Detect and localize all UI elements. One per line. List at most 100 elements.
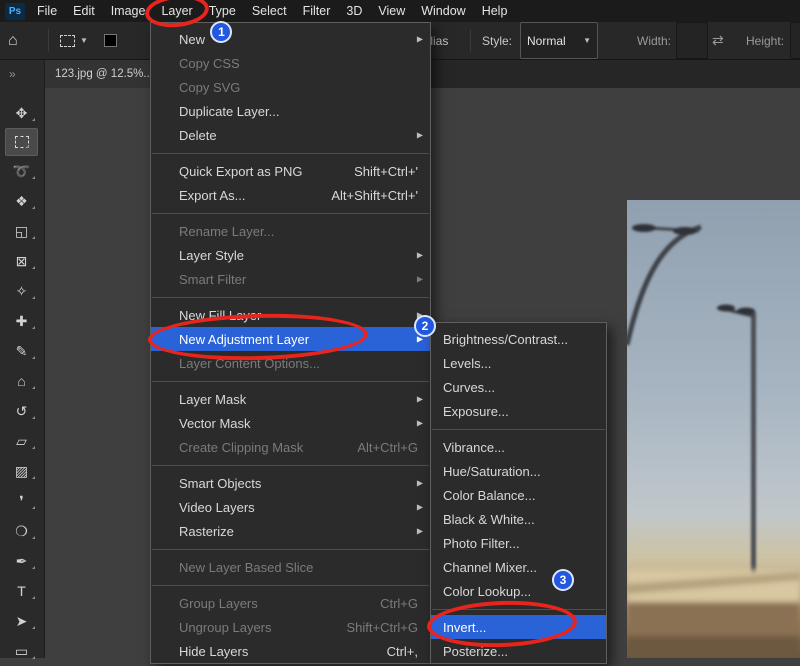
rectangle-tool[interactable]: ▭ — [0, 636, 43, 666]
submenu-item-brightness-contrast[interactable]: Brightness/Contrast... — [431, 327, 606, 351]
menu-item-ungroup-layers[interactable]: Ungroup LayersShift+Ctrl+G — [151, 615, 430, 639]
gradient-tool[interactable]: ▨ — [0, 456, 43, 486]
submenu-arrow-icon: ▶ — [417, 503, 423, 512]
submenu-arrow-icon: ▶ — [417, 335, 423, 344]
rectangular-marquee-tool[interactable] — [5, 128, 38, 156]
menu-item-copy-svg[interactable]: Copy SVG — [151, 75, 430, 99]
menu-item-label: Brightness/Contrast... — [443, 332, 568, 347]
menu-item-vector-mask[interactable]: Vector Mask▶ — [151, 411, 430, 435]
history-brush-icon: ↺ — [16, 403, 28, 420]
menu-item-layer-mask[interactable]: Layer Mask▶ — [151, 387, 430, 411]
menubar-item-type[interactable]: Type — [201, 0, 244, 22]
menu-separator — [151, 543, 430, 555]
clone-stamp-tool[interactable]: ⌂ — [0, 366, 43, 396]
blur-tool[interactable]: ❜ — [0, 486, 43, 516]
tool-preset-picker[interactable]: ▼ — [60, 22, 88, 59]
menu-item-smart-objects[interactable]: Smart Objects▶ — [151, 471, 430, 495]
eraser-tool[interactable]: ▱ — [0, 426, 43, 456]
menu-item-label: Black & White... — [443, 512, 535, 527]
photo-illustration — [627, 200, 800, 658]
menu-shortcut: Alt+Ctrl+G — [357, 440, 418, 455]
menu-item-label: Video Layers — [179, 500, 255, 515]
home-icon[interactable]: ⌂ — [8, 22, 18, 59]
submenu-item-posterize[interactable]: Posterize... — [431, 639, 606, 663]
menu-item-new-adjustment-layer[interactable]: New Adjustment Layer▶ — [151, 327, 430, 351]
submenu-item-color-lookup[interactable]: Color Lookup... — [431, 579, 606, 603]
pen-tool[interactable]: ✒ — [0, 546, 43, 576]
menu-item-group-layers[interactable]: Group LayersCtrl+G — [151, 591, 430, 615]
menubar-item-file[interactable]: File — [29, 0, 65, 22]
style-dropdown[interactable]: Normal ▼ — [520, 22, 598, 59]
menu-item-label: Copy SVG — [179, 80, 240, 95]
dodge-tool[interactable]: ❍ — [0, 516, 43, 546]
menubar-item-layer[interactable]: Layer 1 — [153, 0, 200, 22]
toolbar-collapse-button[interactable]: » — [0, 60, 44, 88]
object-selection-tool[interactable]: ❖ — [0, 186, 43, 216]
menu-item-copy-css[interactable]: Copy CSS — [151, 51, 430, 75]
width-label: Width: — [637, 22, 671, 59]
menu-item-quick-export-png[interactable]: Quick Export as PNGShift+Ctrl+' — [151, 159, 430, 183]
layer-menu-dropdown: New▶ Copy CSS Copy SVG Duplicate Layer..… — [150, 22, 431, 664]
menu-item-video-layers[interactable]: Video Layers ▶ — [151, 495, 430, 519]
submenu-item-color-balance[interactable]: Color Balance... — [431, 483, 606, 507]
gradient-icon: ▨ — [15, 463, 28, 480]
photoshop-logo[interactable]: Ps — [5, 3, 25, 20]
menu-item-label: Ungroup Layers — [179, 620, 272, 635]
submenu-item-invert[interactable]: Invert... — [431, 615, 606, 639]
history-brush-tool[interactable]: ↺ — [0, 396, 43, 426]
submenu-item-hue-saturation[interactable]: Hue/Saturation... — [431, 459, 606, 483]
frame-tool[interactable]: ⊠ — [0, 246, 43, 276]
menu-bar: Ps File Edit Image Layer 1 Type Select F… — [0, 0, 800, 22]
menu-item-duplicate-layer[interactable]: Duplicate Layer... — [151, 99, 430, 123]
menubar-item-filter[interactable]: Filter — [295, 0, 339, 22]
lasso-tool[interactable]: ➰ — [0, 156, 43, 186]
submenu-item-channel-mixer[interactable]: Channel Mixer... — [431, 555, 606, 579]
menu-item-smart-filter[interactable]: Smart Filter▶ — [151, 267, 430, 291]
menubar-item-window[interactable]: Window — [413, 0, 473, 22]
menu-item-rasterize[interactable]: Rasterize▶ — [151, 519, 430, 543]
healing-brush-tool[interactable]: ✚ — [0, 306, 43, 336]
menu-item-delete[interactable]: Delete▶ — [151, 123, 430, 147]
menubar-item-view[interactable]: View — [370, 0, 413, 22]
type-tool[interactable]: T — [0, 576, 43, 606]
submenu-item-curves[interactable]: Curves... — [431, 375, 606, 399]
menubar-item-help[interactable]: Help — [474, 0, 516, 22]
swap-dimensions-icon[interactable]: ⇄ — [712, 22, 724, 59]
new-selection-icon — [104, 34, 117, 47]
move-tool[interactable]: ✥ — [0, 98, 43, 128]
menu-item-layer-content-options[interactable]: Layer Content Options... — [151, 351, 430, 375]
menubar-item-3d[interactable]: 3D — [338, 0, 370, 22]
menu-item-export-as[interactable]: Export As...Alt+Shift+Ctrl+' — [151, 183, 430, 207]
menu-item-hide-layers[interactable]: Hide LayersCtrl+, — [151, 639, 430, 663]
submenu-item-exposure[interactable]: Exposure... — [431, 399, 606, 423]
menu-item-new-layer-based-slice[interactable]: New Layer Based Slice — [151, 555, 430, 579]
width-input[interactable] — [676, 22, 708, 59]
menu-item-label: Rasterize — [179, 524, 234, 539]
menu-item-new[interactable]: New▶ — [151, 27, 430, 51]
submenu-item-photo-filter[interactable]: Photo Filter... — [431, 531, 606, 555]
menu-item-layer-style[interactable]: Layer Style▶ — [151, 243, 430, 267]
menubar-item-select[interactable]: Select — [244, 0, 295, 22]
eyedropper-tool[interactable]: ✧ — [0, 276, 43, 306]
path-selection-tool[interactable]: ➤ — [0, 606, 43, 636]
menubar-item-edit[interactable]: Edit — [65, 0, 103, 22]
menu-item-new-fill-layer[interactable]: New Fill Layer▶ — [151, 303, 430, 327]
lasso-icon: ➰ — [13, 163, 30, 180]
style-label: Style: — [482, 22, 512, 59]
menu-separator — [431, 423, 606, 435]
submenu-item-black-and-white[interactable]: Black & White... — [431, 507, 606, 531]
submenu-item-levels[interactable]: Levels... — [431, 351, 606, 375]
menu-separator — [151, 207, 430, 219]
menu-item-label: Photo Filter... — [443, 536, 520, 551]
menu-item-label: Channel Mixer... — [443, 560, 537, 575]
menu-item-label: Curves... — [443, 380, 495, 395]
submenu-item-vibrance[interactable]: Vibrance... — [431, 435, 606, 459]
crop-tool[interactable]: ◱ — [0, 216, 43, 246]
menu-item-label: Duplicate Layer... — [179, 104, 279, 119]
menu-item-create-clipping-mask[interactable]: Create Clipping MaskAlt+Ctrl+G — [151, 435, 430, 459]
brush-tool[interactable]: ✎ — [0, 336, 43, 366]
height-input[interactable] — [790, 22, 800, 59]
menu-item-rename-layer[interactable]: Rename Layer... — [151, 219, 430, 243]
new-selection-mode-button[interactable] — [104, 22, 117, 59]
style-dropdown-value: Normal — [527, 34, 566, 48]
